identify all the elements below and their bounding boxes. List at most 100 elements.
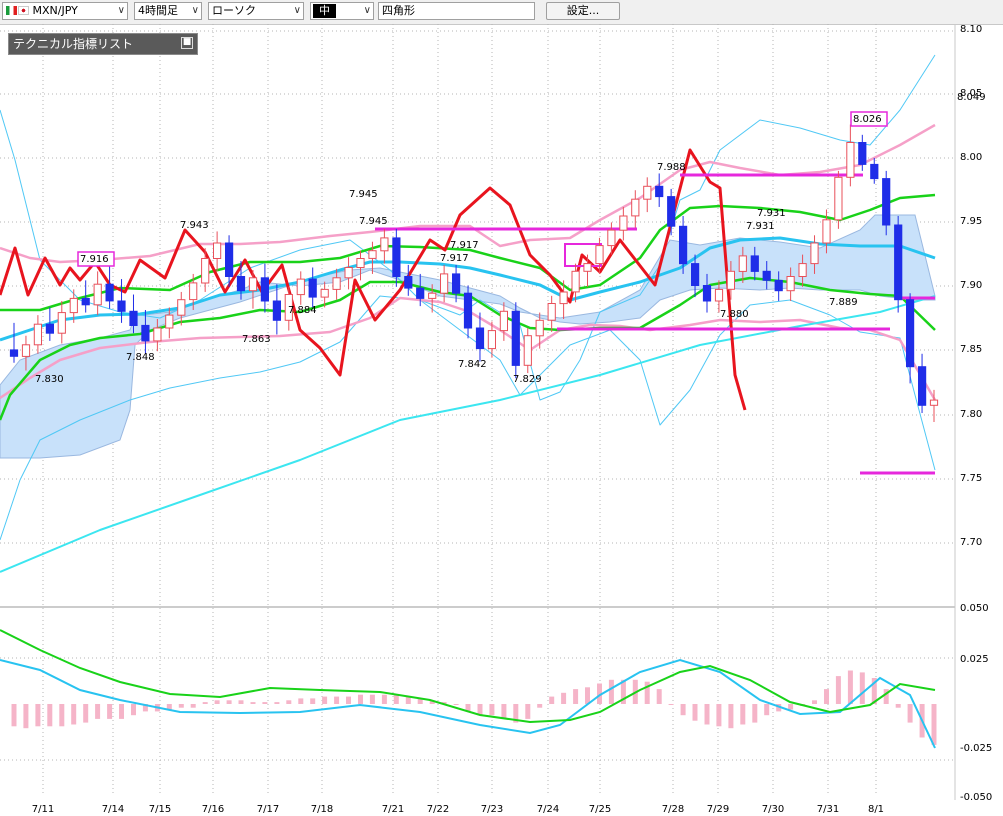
candle-body: [320, 288, 329, 298]
candle-body: [296, 278, 305, 296]
macd-histogram-bar: [202, 702, 208, 704]
price-label: 7.863: [242, 334, 271, 345]
macd-histogram-bar: [668, 704, 674, 705]
macd-tick: -0.025: [960, 743, 992, 754]
candle-body: [81, 297, 90, 306]
macd-histogram-bar: [310, 698, 316, 704]
technical-indicator-list-panel[interactable]: テクニカル指標リスト ■: [8, 33, 198, 55]
price-label: 7.830: [35, 374, 64, 385]
candle-body: [810, 242, 819, 265]
price-label: 7.945: [359, 216, 388, 227]
line-width-label: 中: [313, 4, 336, 18]
macd-histogram-bar: [190, 704, 196, 708]
candle-body: [929, 399, 939, 406]
candle-body: [475, 327, 485, 350]
symbol-select[interactable]: MXN/JPY ∨: [2, 2, 128, 20]
time-tick: 7/17: [257, 804, 279, 815]
candle-body: [547, 303, 556, 321]
line-width-select[interactable]: 中 ∨: [310, 2, 374, 20]
candle-body: [846, 142, 855, 178]
time-tick: 7/28: [662, 804, 684, 815]
macd-histogram-bar: [95, 704, 101, 719]
candles: [9, 124, 939, 423]
macd-histogram-bar: [238, 700, 244, 704]
time-tick: 7/30: [762, 804, 784, 815]
candle-body: [631, 198, 640, 217]
macd-tick: -0.050: [960, 792, 992, 803]
macd-histogram-bar: [716, 704, 722, 727]
candle-body: [643, 185, 652, 200]
time-axis: 7/11 7/14 7/15 7/16 7/17 7/18 7/21 7/22 7/23 7/24…: [32, 804, 884, 815]
macd-tick: 0.025: [960, 654, 989, 665]
price-tick: 7.70: [960, 537, 982, 548]
settings-button[interactable]: 設定...: [546, 2, 620, 20]
minimize-icon[interactable]: ■: [181, 37, 193, 49]
timeframe-label: 4時間足: [138, 4, 178, 17]
cloud-area: [0, 214, 936, 459]
price-label: 7.945: [349, 189, 378, 200]
candle-body: [511, 310, 520, 366]
price-label: 7.943: [180, 220, 209, 231]
macd-histogram-bar: [728, 704, 734, 729]
macd-histogram-bar: [47, 704, 53, 727]
macd-histogram-bar: [262, 702, 268, 704]
macd-histogram-bar: [83, 704, 89, 723]
symbol-label: MXN/JPY: [32, 4, 78, 17]
macd-histogram-bar: [358, 694, 363, 704]
chart-area[interactable]: 7.916 7.830 7.943 7.848 7.863 7.884 7.945 7.945…: [0, 24, 1003, 816]
macd-histogram-bar: [298, 698, 304, 704]
candle-body: [236, 276, 246, 292]
price-label: 7.917: [450, 240, 479, 251]
candle-body: [882, 178, 891, 226]
time-tick: 7/15: [149, 804, 171, 815]
chevron-down-icon: ∨: [117, 5, 125, 16]
time-tick: 7/21: [382, 804, 404, 815]
time-tick: 7/25: [589, 804, 611, 815]
macd-histogram-bar: [788, 704, 794, 710]
candle-body: [463, 292, 473, 329]
candle-body: [404, 276, 413, 289]
chevron-down-icon: ∨: [363, 5, 371, 16]
candle-body: [906, 299, 915, 368]
candle-body: [189, 282, 198, 301]
drawing-tool-field[interactable]: 四角形: [378, 2, 535, 20]
price-label: 7.829: [513, 374, 542, 385]
time-tick: 7/18: [311, 804, 333, 815]
macd-histogram-bar: [692, 704, 698, 721]
macd-histogram-bar: [274, 702, 280, 704]
macd-histogram-bar: [859, 672, 865, 704]
candle-body: [894, 224, 903, 301]
macd-histogram-bar: [764, 704, 770, 716]
chart-style-select[interactable]: ローソク ∨: [208, 2, 304, 20]
price-label: 7.842: [458, 359, 487, 370]
macd-histogram-bar: [501, 704, 507, 719]
price-axis: 8.108.058.007.957.907.857.807.757.708.04…: [957, 24, 986, 548]
candle-body: [487, 330, 496, 350]
macd-histogram-bar: [226, 700, 232, 704]
macd-histogram-bar: [381, 694, 387, 704]
candle-body: [225, 242, 234, 277]
macd-histogram-bar: [549, 696, 555, 704]
macd-histogram-bar: [178, 704, 184, 708]
candle-body: [774, 279, 783, 292]
macd-histogram-bar: [680, 704, 686, 716]
price-label: 8.026: [853, 114, 882, 125]
candle-body: [762, 270, 771, 281]
macd-histogram-bar: [847, 670, 853, 704]
macd-histogram-bar: [537, 704, 543, 708]
timeframe-select[interactable]: 4時間足 ∨: [134, 2, 202, 20]
macd-histogram-bar: [107, 704, 113, 719]
chevron-down-icon: ∨: [191, 5, 199, 16]
macd-histogram-bar: [489, 704, 495, 716]
macd-histogram-bar: [931, 704, 937, 745]
candle-body: [213, 242, 222, 259]
candle-body: [798, 263, 807, 278]
candle-body: [750, 255, 759, 272]
macd-histogram-bar: [824, 689, 829, 704]
settings-button-label: 設定...: [566, 4, 600, 17]
candle-body: [679, 225, 688, 265]
macd-histogram-bar: [835, 676, 841, 704]
macd-histogram-bar: [11, 704, 17, 727]
candle-body: [105, 283, 114, 302]
macd-tick: 0.050: [960, 603, 989, 614]
